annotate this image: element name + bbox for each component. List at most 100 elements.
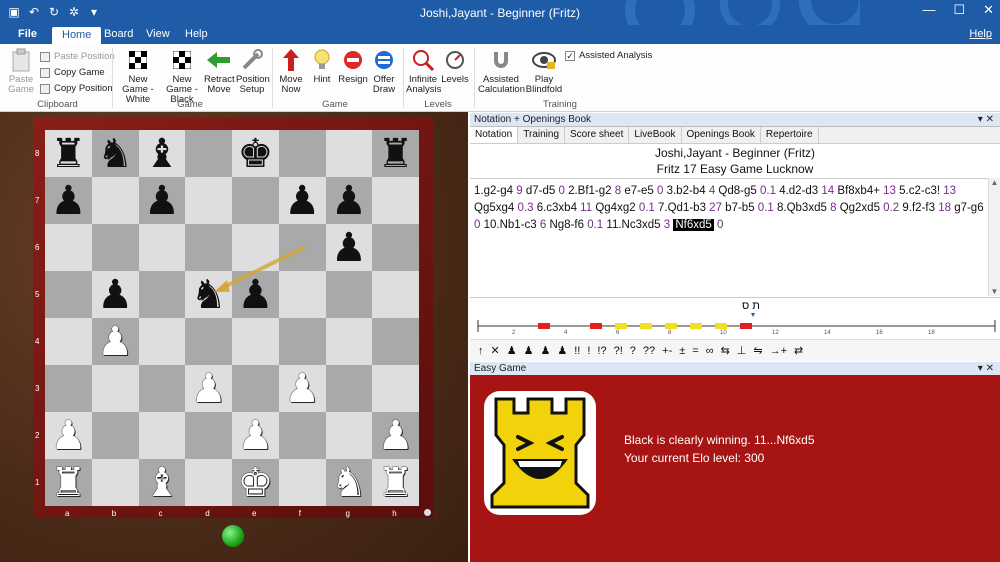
annotation-symbol-button[interactable]: ?? (643, 345, 655, 357)
black-bishop-icon[interactable]: ♝ (144, 134, 180, 174)
white-pawn-icon[interactable]: ♟ (237, 416, 273, 456)
black-pawn-icon[interactable]: ♟ (97, 275, 133, 315)
annotation-symbol-button[interactable]: +- (662, 345, 672, 357)
tab-notation[interactable]: Notation (470, 127, 519, 143)
square-g2[interactable] (325, 412, 373, 459)
black-rook-icon[interactable]: ♜ (50, 134, 86, 174)
infinite-analysis-button[interactable]: Infinite Analysis (406, 48, 441, 95)
move[interactable]: b7-b5 (725, 202, 754, 214)
square-d3[interactable]: ♟ (185, 365, 232, 412)
move[interactable]: Nf6xd5 (673, 219, 714, 231)
square-d1[interactable] (185, 459, 232, 506)
square-b8[interactable]: ♞ (91, 130, 139, 177)
close-icon[interactable]: ✕ (986, 363, 994, 374)
annotation-symbol-button[interactable]: →+ (770, 345, 787, 357)
copy-position-button[interactable]: Copy Position (40, 83, 113, 94)
square-b2[interactable] (91, 412, 139, 459)
tab-training[interactable]: Training (518, 127, 566, 143)
move-now-button[interactable]: Move Now (276, 48, 306, 95)
square-f5[interactable] (278, 271, 326, 318)
help-link[interactable]: Help (969, 28, 992, 40)
square-g4[interactable] (325, 318, 373, 365)
black-rook-icon[interactable]: ♜ (378, 134, 414, 174)
annotation-symbol-button[interactable]: ? (630, 345, 636, 357)
white-pawn-icon[interactable]: ♟ (191, 369, 227, 409)
black-pawn-icon[interactable]: ♟ (144, 181, 180, 221)
annotation-symbol-button[interactable]: ⇆ (721, 344, 730, 357)
move[interactable]: d7-d5 (526, 185, 555, 197)
close-icon[interactable]: ✕ (983, 2, 994, 18)
paste-game-button[interactable]: Paste Game (6, 48, 36, 95)
square-e5[interactable]: ♟ (232, 271, 279, 318)
square-c2[interactable] (138, 412, 186, 459)
square-f3[interactable]: ♟ (278, 365, 326, 412)
square-f1[interactable] (278, 459, 326, 506)
assisted-analysis-checkbox[interactable]: ✓ Assisted Analysis (565, 50, 652, 61)
annotation-symbol-button[interactable]: ♟ (557, 344, 567, 357)
annotation-symbol-button[interactable]: ♟ (507, 344, 517, 357)
square-d5[interactable]: ♞ (185, 271, 232, 318)
chessboard[interactable]: ♜ ♞ ♝ ♚ ♜ ♟ ♟ ♟ ♟ ♟ ♟ ♞ ♟ ♟ ♟ ♟ ♟ ♟ ♟ ♜ ♝ ♚ ♞ ♜ (45, 130, 419, 506)
tab-openings-book[interactable]: Openings Book (682, 127, 761, 143)
tab-help[interactable]: Help (185, 28, 208, 40)
pin-icon[interactable]: ▾ (978, 114, 983, 125)
move[interactable]: 5.c2-c3! (899, 185, 940, 197)
square-e6[interactable] (232, 224, 279, 271)
annotation-symbol-button[interactable]: ± (679, 345, 685, 357)
square-g7[interactable]: ♟ (325, 177, 373, 224)
annotation-symbol-button[interactable]: ♟ (524, 344, 534, 357)
square-h5[interactable] (372, 271, 419, 318)
new-game-black-button[interactable]: New Game - Black (160, 48, 204, 105)
assisted-calculation-button[interactable]: Assisted Calculation (478, 48, 525, 95)
square-d4[interactable] (185, 318, 232, 365)
square-b5[interactable]: ♟ (91, 271, 139, 318)
square-d7[interactable] (185, 177, 232, 224)
scroll-up-icon[interactable]: ▲ (989, 178, 1000, 187)
black-pawn-icon[interactable]: ♟ (331, 181, 367, 221)
square-e8[interactable]: ♚ (232, 130, 279, 177)
move[interactable]: g7-g6 (954, 202, 983, 214)
pin-icon[interactable]: ▾ (978, 363, 983, 374)
move[interactable]: 9.f2-f3 (902, 202, 935, 214)
tab-file[interactable]: File (18, 28, 37, 40)
new-game-white-button[interactable]: New Game - White (116, 48, 160, 105)
square-h3[interactable] (372, 365, 419, 412)
black-knight-icon[interactable]: ♞ (97, 134, 133, 174)
annotation-symbol-button[interactable]: ⊥ (737, 344, 747, 357)
square-g8[interactable] (325, 130, 373, 177)
square-a6[interactable] (45, 224, 92, 271)
square-h4[interactable] (372, 318, 419, 365)
move[interactable]: 2.Bf1-g2 (568, 185, 611, 197)
square-a5[interactable] (45, 271, 92, 318)
square-b7[interactable] (91, 177, 139, 224)
square-c3[interactable] (138, 365, 186, 412)
tab-repertoire[interactable]: Repertoire (761, 127, 819, 143)
move[interactable]: 3.b2-b4 (667, 185, 706, 197)
square-b1[interactable] (91, 459, 139, 506)
levels-button[interactable]: Levels (441, 48, 469, 85)
move[interactable]: Qg5xg4 (474, 202, 514, 214)
square-b4[interactable]: ♟ (91, 318, 139, 365)
annotation-symbol-button[interactable]: ♟ (540, 344, 550, 357)
square-a4[interactable] (45, 318, 92, 365)
white-pawn-icon[interactable]: ♟ (50, 416, 86, 456)
square-e4[interactable] (232, 318, 279, 365)
position-setup-button[interactable]: Position Setup (236, 48, 270, 95)
tab-livebook[interactable]: LiveBook (629, 127, 682, 143)
square-a7[interactable]: ♟ (45, 177, 92, 224)
square-a3[interactable] (45, 365, 92, 412)
scroll-down-icon[interactable]: ▼ (989, 287, 1000, 296)
move[interactable]: Qd8-g5 (718, 185, 756, 197)
evaluation-graph[interactable]: ת ס 2 4 6 8 10 12 14 16 18 (470, 297, 1000, 339)
square-c6[interactable] (138, 224, 186, 271)
annotation-symbol-button[interactable]: ∞ (706, 345, 714, 357)
square-g3[interactable] (325, 365, 373, 412)
square-a1[interactable]: ♜ (45, 459, 92, 506)
annotation-symbol-button[interactable]: !! (574, 345, 580, 357)
square-c7[interactable]: ♟ (138, 177, 186, 224)
square-g6[interactable]: ♟ (325, 224, 373, 271)
move[interactable]: 7.Qd1-b3 (658, 202, 706, 214)
notation-scrollbar[interactable]: ▲ ▼ (988, 178, 1000, 296)
white-knight-icon[interactable]: ♞ (331, 463, 367, 503)
annotation-symbol-button[interactable]: ?! (614, 345, 623, 357)
